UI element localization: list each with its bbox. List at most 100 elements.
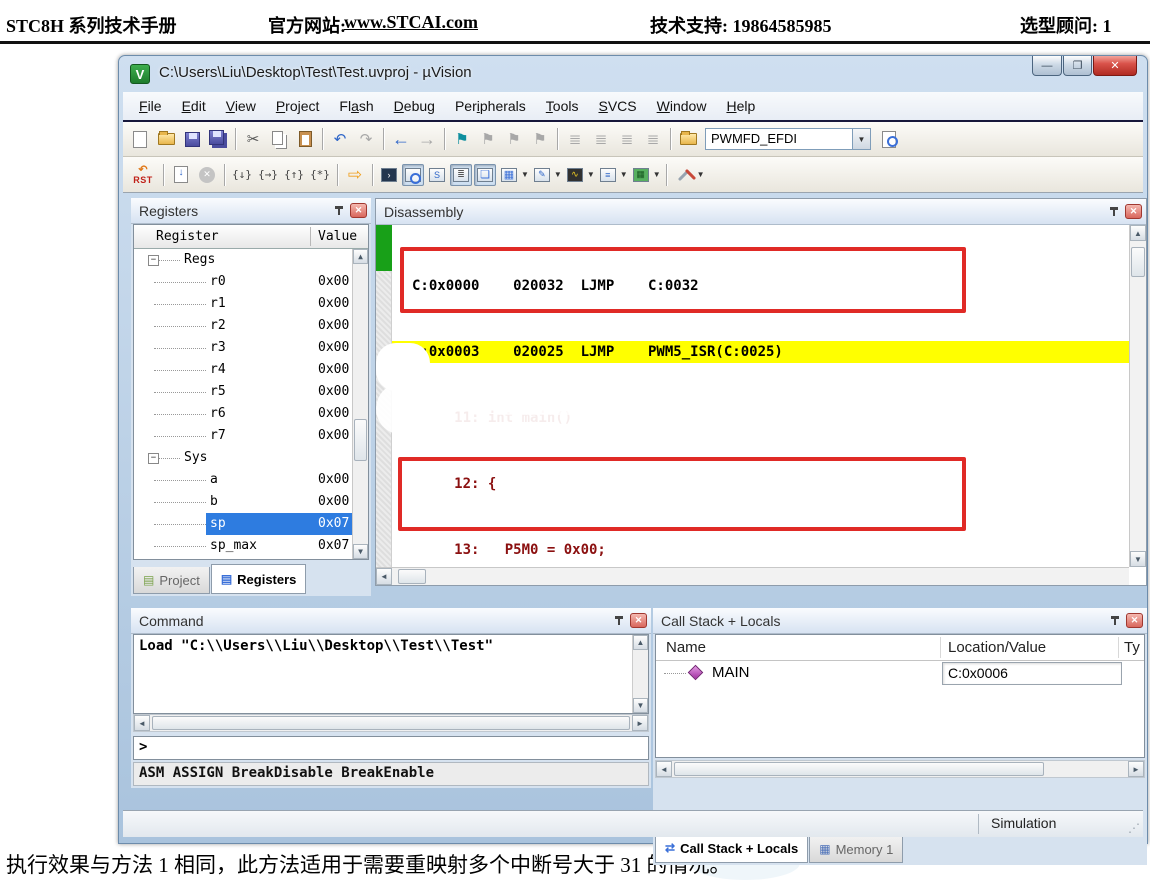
command-window-button[interactable]: ›	[378, 164, 400, 186]
register-row-b[interactable]: b 0x00	[134, 491, 368, 513]
scroll-thumb[interactable]	[152, 716, 630, 730]
toolbox-button[interactable]: ▦	[630, 164, 652, 186]
callstack-hscrollbar[interactable]: ◄ ►	[655, 760, 1145, 778]
menu-svcs[interactable]: SVCS	[588, 94, 646, 118]
scroll-up-icon[interactable]: ▲	[353, 249, 368, 264]
command-hscrollbar[interactable]: ◄ ►	[133, 714, 649, 732]
symbols-window-dropdown[interactable]: ▼	[620, 170, 628, 179]
menu-project[interactable]: Project	[266, 94, 330, 118]
open-file-button[interactable]	[154, 128, 178, 150]
command-log[interactable]: Load "C:\\Users\\Liu\\Desktop\\Test\\Tes…	[133, 634, 649, 714]
menu-flash[interactable]: Flash	[329, 94, 383, 118]
redo-button[interactable]: ↷	[354, 128, 378, 150]
menu-debug[interactable]: Debug	[384, 94, 445, 118]
command-assign-bar[interactable]: ASM ASSIGN BreakDisable BreakEnable	[133, 762, 649, 786]
command-close-icon[interactable]: ✕	[630, 613, 647, 628]
new-file-button[interactable]	[128, 128, 152, 150]
paste-button[interactable]	[293, 128, 317, 150]
tab-callstack[interactable]: ⇄ Call Stack + Locals	[655, 833, 809, 863]
logic-analyzer-button[interactable]: ∿	[564, 164, 586, 186]
target-select[interactable]: PWMFD_EFDI ▼	[705, 128, 871, 150]
tab-registers[interactable]: ▤ Registers	[210, 564, 307, 594]
cut-button[interactable]: ✂	[241, 128, 265, 150]
resize-grip-icon[interactable]: ⋰	[1128, 821, 1140, 835]
scroll-up-icon[interactable]: ▲	[1130, 225, 1146, 241]
watch-window-button[interactable]: ✎	[531, 164, 553, 186]
command-vscrollbar[interactable]: ▲ ▼	[632, 635, 648, 713]
command-pin-icon[interactable]	[612, 614, 626, 628]
close-button[interactable]: ✕	[1093, 56, 1137, 76]
run-to-cursor-button[interactable]: {*}	[308, 164, 332, 186]
logic-analyzer-dropdown[interactable]: ▼	[587, 170, 595, 179]
serial-window-button[interactable]: S	[426, 164, 448, 186]
indent-button[interactable]: ≣	[563, 128, 587, 150]
target-select-dropdown[interactable]: ▼	[853, 128, 871, 150]
disassembly-close-icon[interactable]: ✕	[1125, 204, 1142, 219]
callstack-row-main[interactable]: MAIN C:0x0006	[656, 661, 1144, 687]
register-row-sp-max[interactable]: sp_max 0x07	[134, 535, 368, 557]
next-bookmark-button[interactable]: ⚑	[502, 128, 526, 150]
register-row-r3[interactable]: r3 0x00	[134, 337, 368, 359]
site-link[interactable]: www.STCAI.com	[344, 12, 478, 33]
save-all-button[interactable]	[206, 128, 230, 150]
navigate-forward-button[interactable]: →	[415, 128, 439, 150]
save-button[interactable]	[180, 128, 204, 150]
registers-pin-icon[interactable]	[332, 204, 346, 218]
run-button[interactable]: ↓	[169, 164, 193, 186]
register-group-sys[interactable]: − Sys	[134, 447, 368, 469]
step-over-button[interactable]: {→}	[256, 164, 280, 186]
find-in-files-button[interactable]	[877, 128, 901, 150]
tab-memory1[interactable]: ▦ Memory 1	[809, 836, 904, 863]
registers-close-icon[interactable]: ✕	[350, 203, 367, 218]
watch-window-dropdown[interactable]: ▼	[554, 170, 562, 179]
tab-project[interactable]: ▤ Project	[133, 567, 210, 594]
callstack-close-icon[interactable]: ✕	[1126, 613, 1143, 628]
scroll-left-icon[interactable]: ◄	[376, 568, 392, 585]
register-row-r5[interactable]: r5 0x00	[134, 381, 368, 403]
symbols-window-button[interactable]: ≡	[597, 164, 619, 186]
prev-bookmark-button[interactable]: ⚑	[476, 128, 500, 150]
scroll-left-icon[interactable]: ◄	[134, 715, 150, 731]
menu-tools[interactable]: Tools	[536, 94, 589, 118]
titlebar[interactable]: V C:\Users\Liu\Desktop\Test\Test.uvproj …	[119, 56, 1147, 92]
register-row-r4[interactable]: r4 0x00	[134, 359, 368, 381]
stop-button[interactable]: ✕	[195, 164, 219, 186]
scroll-right-icon[interactable]: ►	[1128, 761, 1144, 777]
target-select-value[interactable]: PWMFD_EFDI	[705, 128, 853, 150]
scroll-thumb[interactable]	[1131, 247, 1145, 277]
step-into-button[interactable]: {↓}	[230, 164, 254, 186]
clear-bookmarks-button[interactable]: ⚑	[528, 128, 552, 150]
undo-button[interactable]: ↶	[328, 128, 352, 150]
menu-file[interactable]: File	[129, 94, 172, 118]
callstack-window-button[interactable]: ❏	[474, 163, 496, 186]
memory-window-button[interactable]: ▦	[498, 164, 520, 186]
callstack-pin-icon[interactable]	[1108, 614, 1122, 628]
menu-window[interactable]: Window	[647, 94, 717, 118]
copy-button[interactable]	[267, 128, 291, 150]
scroll-thumb[interactable]	[398, 569, 426, 584]
uncomment-button[interactable]: ≣	[641, 128, 665, 150]
step-out-button[interactable]: {↑}	[282, 164, 306, 186]
scroll-thumb[interactable]	[354, 419, 367, 461]
menu-help[interactable]: Help	[716, 94, 765, 118]
registers-window-button[interactable]: ≣	[450, 163, 472, 186]
go-button[interactable]: ⇨	[343, 164, 367, 186]
command-input[interactable]: >	[133, 736, 649, 760]
toolbox-dropdown[interactable]: ▼	[653, 170, 661, 179]
menu-peripherals[interactable]: Peripherals	[445, 94, 536, 118]
memory-window-dropdown[interactable]: ▼	[521, 170, 529, 179]
disassembly-hscrollbar[interactable]: ◄	[376, 567, 1129, 585]
source-line[interactable]: 13: P5M0 = 0x00;	[392, 539, 1129, 561]
scroll-left-icon[interactable]: ◄	[656, 761, 672, 777]
scroll-up-icon[interactable]: ▲	[633, 635, 648, 650]
register-row-sp[interactable]: sp 0x07	[134, 513, 368, 535]
debug-settings-dropdown[interactable]: ▼	[697, 170, 705, 179]
disasm-line-highlighted[interactable]: C:0x0003 020025 LJMP PWM5_ISR(C:0025)	[392, 341, 1129, 363]
disassembly-pin-icon[interactable]	[1107, 205, 1121, 219]
register-group-regs[interactable]: − Regs	[134, 249, 368, 271]
register-row-r6[interactable]: r6 0x00	[134, 403, 368, 425]
menu-view[interactable]: View	[216, 94, 266, 118]
unindent-button[interactable]: ≣	[589, 128, 613, 150]
navigate-back-button[interactable]: ←	[389, 128, 413, 150]
register-row-r2[interactable]: r2 0x00	[134, 315, 368, 337]
